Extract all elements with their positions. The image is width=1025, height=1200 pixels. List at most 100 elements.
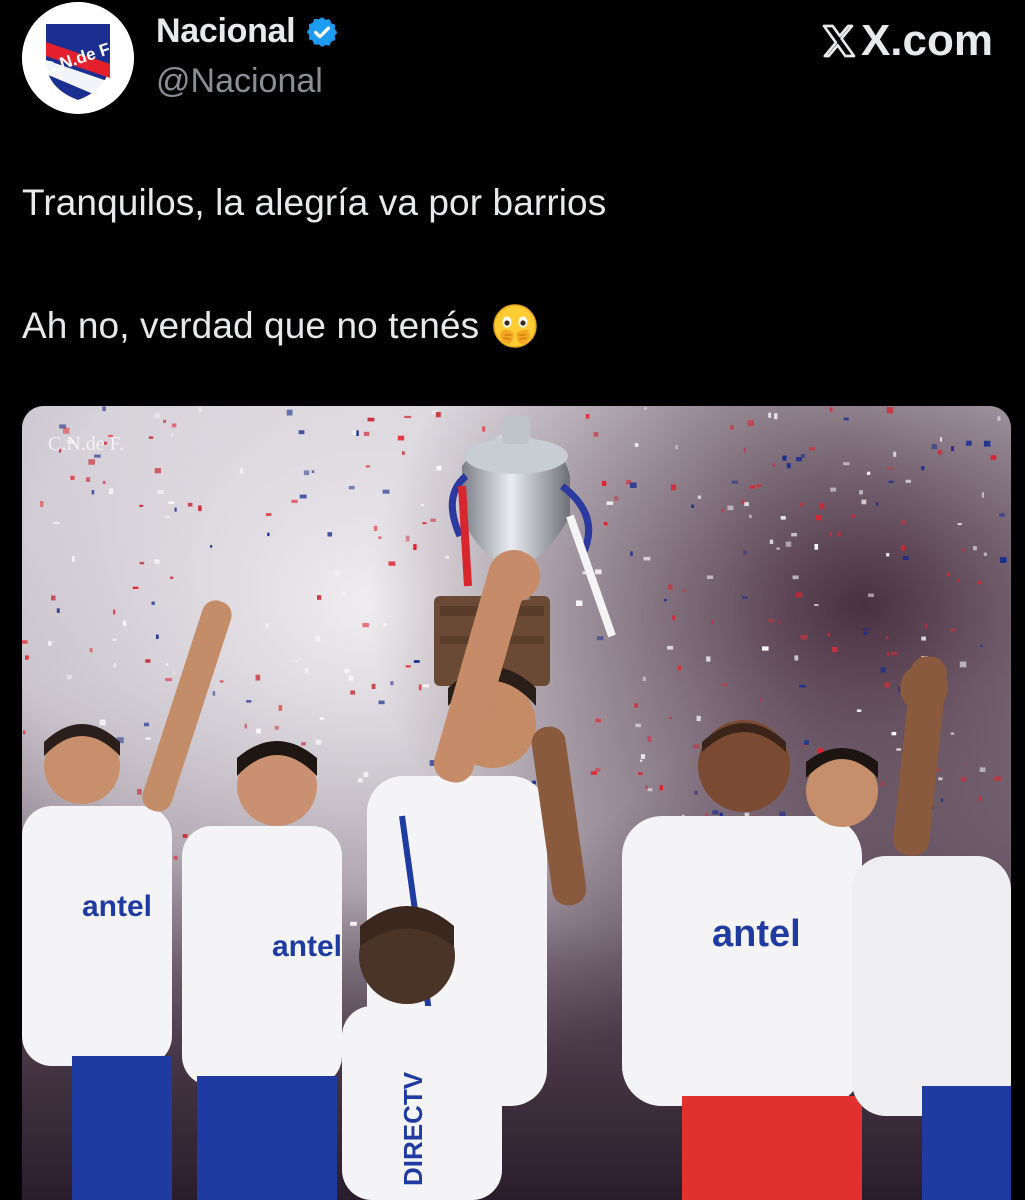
confetti-piece (827, 632, 830, 637)
avatar[interactable]: C.N.de F. (22, 2, 134, 114)
confetti-piece (255, 674, 261, 681)
confetti-piece (885, 636, 889, 640)
trophy-celebration-photo-icon: DIRECTV antel antel antel C.N.de F. (22, 406, 1011, 1200)
confetti-piece (862, 628, 869, 630)
confetti-piece (760, 697, 763, 702)
confetti-piece (634, 443, 639, 447)
confetti-piece (778, 620, 781, 624)
confetti-piece (697, 495, 702, 499)
confetti-piece (744, 502, 749, 507)
confetti-piece (99, 719, 106, 726)
confetti-piece (886, 553, 890, 557)
club-crest-icon: C.N.de F. (22, 2, 134, 114)
confetti-piece (799, 502, 803, 507)
confetti-piece (22, 730, 26, 735)
confetti-piece (902, 556, 909, 560)
confetti-piece (585, 414, 590, 419)
confetti-piece (348, 485, 355, 490)
confetti-piece (145, 737, 151, 740)
confetti-piece (198, 505, 202, 512)
confetti-piece (886, 653, 890, 656)
confetti-piece (931, 444, 938, 450)
confetti-piece (168, 501, 175, 504)
confetti-piece (747, 420, 754, 427)
confetti-piece (603, 522, 608, 526)
confetti-piece (397, 435, 405, 441)
account-name-row[interactable]: Nacional (156, 12, 339, 51)
confetti-piece (422, 684, 430, 688)
confetti-piece (53, 522, 60, 524)
confetti-piece (876, 502, 879, 506)
confetti-piece (352, 430, 357, 435)
confetti-piece (997, 416, 1001, 421)
confetti-piece (378, 536, 382, 539)
confetti-piece (182, 834, 188, 838)
confetti-piece (814, 544, 819, 550)
confetti-piece (730, 425, 734, 430)
confetti-piece (89, 648, 93, 653)
confetti-piece (404, 415, 412, 418)
confetti-piece (350, 690, 355, 695)
confetti-piece (593, 432, 599, 437)
confetti-piece (809, 447, 815, 451)
confetti-piece (776, 547, 780, 550)
confetti-piece (51, 595, 56, 601)
confetti-piece (856, 709, 862, 712)
confetti-piece (893, 451, 897, 457)
confetti-piece (343, 668, 350, 673)
confetti-piece (727, 505, 734, 511)
confetti-piece (973, 546, 977, 551)
confetti-piece (67, 674, 72, 680)
confetti-piece (383, 623, 386, 627)
confetti-piece (749, 514, 752, 519)
tweet-photo[interactable]: DIRECTV antel antel antel C.N.de F. (22, 406, 1011, 1200)
confetti-piece (102, 480, 106, 485)
confetti-piece (70, 475, 75, 480)
confetti-piece (246, 700, 252, 703)
photo-watermark: C.N.de F. (48, 433, 124, 455)
confetti-piece (951, 446, 954, 452)
confetti-piece (644, 407, 647, 410)
confetti-piece (71, 555, 75, 562)
confetti-piece (981, 492, 984, 498)
confetti-piece (363, 431, 370, 436)
confetti-piece (880, 781, 885, 787)
confetti-piece (769, 539, 774, 544)
x-site-label: X.com (860, 16, 993, 65)
confetti-piece (843, 462, 850, 466)
confetti-piece (174, 507, 177, 512)
account-handle[interactable]: @Nacional (156, 62, 323, 101)
confetti-piece (843, 417, 849, 421)
confetti-piece (151, 601, 155, 605)
confetti-piece (762, 646, 769, 651)
confetti-piece (606, 501, 614, 505)
confetti-piece (301, 742, 306, 746)
confetti-piece (91, 490, 95, 495)
confetti-piece (791, 533, 797, 537)
confetti-piece (921, 636, 926, 641)
confetti-piece (959, 661, 967, 668)
confetti-piece (630, 551, 633, 557)
tweet-text-line-2: Ah no, verdad que no tenés (22, 302, 539, 350)
display-name[interactable]: Nacional (156, 12, 296, 51)
confetti-piece (960, 776, 967, 782)
confetti-piece (802, 744, 805, 747)
confetti-piece (112, 638, 117, 641)
x-brand-link[interactable]: X.com (819, 16, 993, 66)
confetti-piece (378, 700, 385, 705)
confetti-piece (675, 445, 678, 449)
confetti-piece (886, 467, 894, 470)
confetti-piece (173, 671, 176, 675)
confetti-piece (88, 459, 95, 465)
confetti-piece (743, 447, 746, 453)
confetti-piece (422, 522, 427, 525)
confetti-piece (774, 413, 778, 420)
confetti-piece (614, 496, 619, 501)
confetti-piece (122, 620, 127, 626)
confetti-piece (315, 636, 321, 642)
confetti-piece (165, 678, 172, 682)
confetti-piece (705, 812, 708, 816)
confetti-piece (677, 665, 682, 671)
confetti-piece (696, 715, 701, 722)
confetti-piece (315, 739, 322, 745)
